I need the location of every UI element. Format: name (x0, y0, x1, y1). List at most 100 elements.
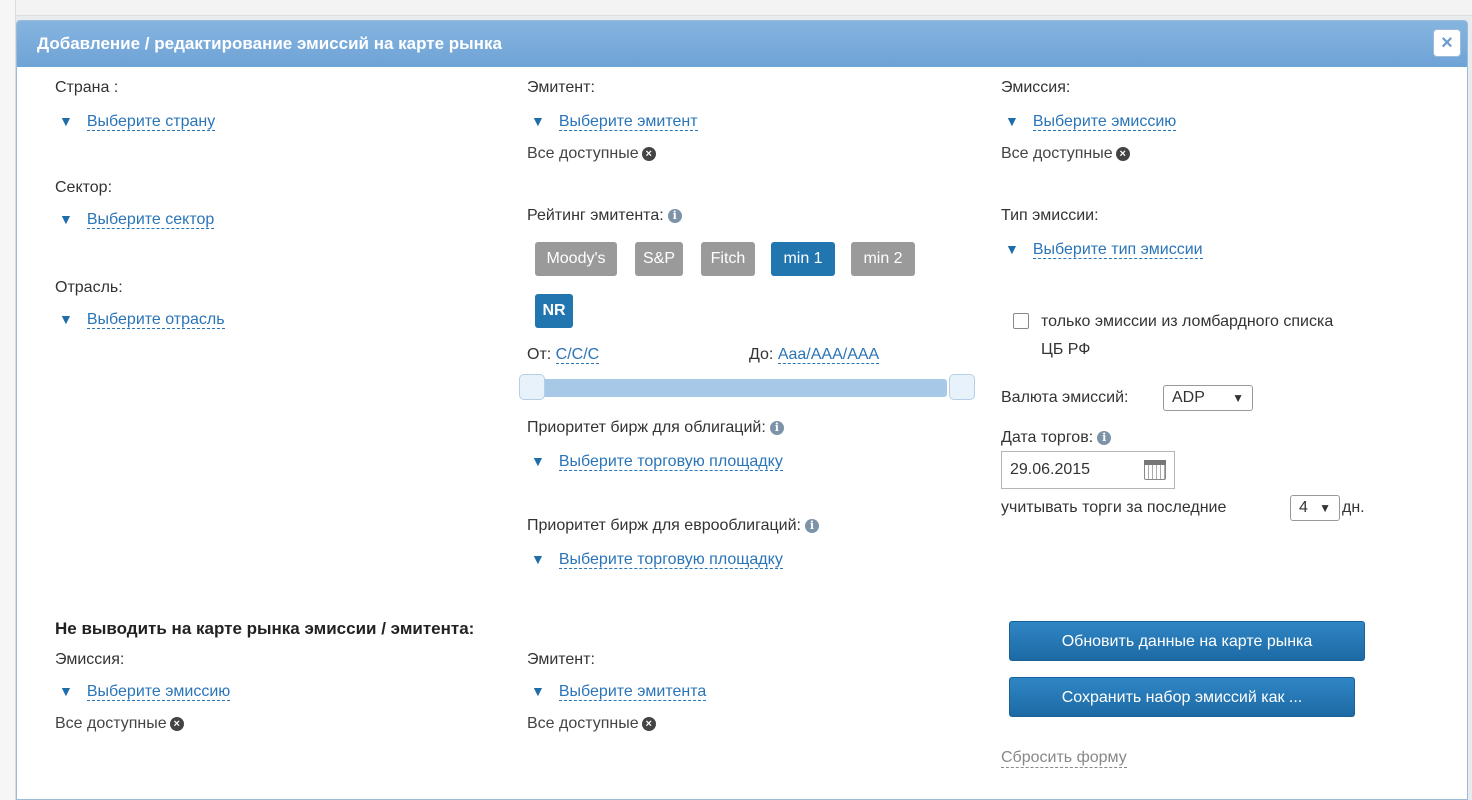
country-label: Страна : (55, 79, 119, 96)
rating-nr-button[interactable]: NR (535, 294, 573, 328)
emission-all-available: Все доступные × (1001, 145, 1130, 163)
sector-label: Сектор: (55, 179, 113, 196)
country-dropdown[interactable]: ▼ Выберите страну (59, 113, 216, 131)
exclude-issuer-all-text: Все доступные (527, 715, 639, 732)
issuer-dropdown[interactable]: ▼ Выберите эмитент (531, 113, 698, 131)
emission-type-label: Тип эмиссии: (1001, 207, 1099, 224)
background-toolbar (0, 0, 1472, 16)
info-icon[interactable]: i (667, 208, 682, 223)
trade-date-label-text: Дата торгов: (1001, 429, 1094, 446)
rating-to: До: Aaa/AAA/AAA (749, 346, 880, 364)
rating-sp-button[interactable]: S&P (635, 242, 683, 276)
emission-dropdown[interactable]: ▼ Выберите эмиссию (1005, 113, 1177, 131)
slider-handle-from[interactable] (519, 374, 545, 400)
triangle-down-icon: ▼ (531, 683, 545, 699)
industry-label: Отрасль: (55, 279, 123, 296)
exclude-issuer-select-link[interactable]: Выберите эмитента (558, 683, 707, 701)
exclude-emission-all-text: Все доступные (55, 715, 167, 732)
slider-handle-to[interactable] (949, 374, 975, 400)
emission-all-text: Все доступные (1001, 145, 1113, 162)
rating-label-text: Рейтинг эмитента: (527, 207, 664, 224)
x-circle-icon[interactable]: × (1115, 146, 1130, 161)
exclude-issuer-label: Эмитент: (527, 651, 595, 668)
rating-label: Рейтинг эмитента: i (527, 207, 682, 225)
issuer-all-available: Все доступные × (527, 145, 656, 163)
eurobond-priority-label: Приоритет бирж для еврооблигаций: i (527, 517, 819, 535)
exclude-issuer-dropdown[interactable]: ▼ Выберите эмитента (531, 683, 707, 701)
exclude-emission-select-link[interactable]: Выберите эмиссию (86, 683, 231, 701)
currency-label: Валюта эмиссий: (1001, 389, 1129, 406)
rating-min2-button[interactable]: min 2 (851, 242, 915, 276)
exclude-issuer-all: Все доступные × (527, 715, 656, 733)
triangle-down-icon: ▼ (531, 551, 545, 567)
bond-exchange-select-link[interactable]: Выберите торговую площадку (558, 453, 783, 471)
days-label: учитывать торги за последние (1001, 499, 1227, 516)
industry-dropdown[interactable]: ▼ Выберите отрасль (59, 311, 225, 329)
info-icon[interactable]: i (804, 518, 819, 533)
info-icon[interactable]: i (1097, 430, 1112, 445)
emission-label: Эмиссия: (1001, 79, 1071, 96)
emission-dialog: Добавление / редактирование эмиссий на к… (16, 20, 1468, 800)
chevron-down-icon: ▼ (1319, 501, 1331, 515)
bond-priority-dropdown[interactable]: ▼ Выберите торговую площадку (531, 453, 783, 471)
trade-date-label: Дата торгов: i (1001, 429, 1112, 447)
rating-from: От: C/C/C (527, 346, 600, 364)
update-map-button[interactable]: Обновить данные на карте рынка (1009, 621, 1365, 661)
dialog-title: Добавление / редактирование эмиссий на к… (37, 34, 502, 53)
trade-date-input[interactable]: 29.06.2015 (1001, 451, 1175, 489)
rating-to-value[interactable]: Aaa/AAA/AAA (777, 346, 880, 364)
sector-select-link[interactable]: Выберите сектор (86, 211, 215, 229)
triangle-down-icon: ▼ (59, 113, 73, 129)
lombard-checkbox-label-line1: только эмиссии из ломбардного списка (1041, 313, 1334, 330)
sector-dropdown[interactable]: ▼ Выберите сектор (59, 211, 215, 229)
currency-select-value: ADP (1172, 389, 1205, 406)
issuer-all-text: Все доступные (527, 145, 639, 162)
x-circle-icon[interactable]: × (641, 146, 656, 161)
eurobond-priority-dropdown[interactable]: ▼ Выберите торговую площадку (531, 551, 783, 569)
triangle-down-icon: ▼ (1005, 241, 1019, 257)
country-select-link[interactable]: Выберите страну (86, 113, 216, 131)
rating-min1-button[interactable]: min 1 (771, 242, 835, 276)
emission-type-select-link[interactable]: Выберите тип эмиссии (1032, 241, 1203, 259)
emission-type-dropdown[interactable]: ▼ Выберите тип эмиссии (1005, 241, 1203, 259)
issuer-select-link[interactable]: Выберите эмитент (558, 113, 698, 131)
info-icon[interactable]: i (769, 420, 784, 435)
triangle-down-icon: ▼ (531, 453, 545, 469)
exclude-emission-label: Эмиссия: (55, 651, 125, 668)
x-circle-icon[interactable]: × (641, 716, 656, 731)
triangle-down-icon: ▼ (531, 113, 545, 129)
emission-select-link[interactable]: Выберите эмиссию (1032, 113, 1177, 131)
currency-select[interactable]: ADP ▼ (1163, 385, 1253, 411)
issuer-label: Эмитент: (527, 79, 595, 96)
save-set-button[interactable]: Сохранить набор эмиссий как ... (1009, 677, 1355, 717)
eurobond-priority-label-text: Приоритет бирж для еврооблигаций: (527, 517, 801, 534)
exclude-emission-all: Все доступные × (55, 715, 184, 733)
trade-date-value: 29.06.2015 (1010, 461, 1091, 478)
triangle-down-icon: ▼ (59, 311, 73, 327)
triangle-down-icon: ▼ (59, 211, 73, 227)
rating-range-slider[interactable] (521, 379, 947, 397)
rating-moodys-button[interactable]: Moody's (535, 242, 617, 276)
rating-fitch-button[interactable]: Fitch (701, 242, 755, 276)
days-suffix: дн. (1342, 499, 1365, 516)
rating-from-value[interactable]: C/C/C (555, 346, 600, 364)
bond-priority-label: Приоритет бирж для облигаций: i (527, 419, 784, 437)
lombard-checkbox[interactable] (1013, 313, 1029, 329)
background-sidebar (0, 0, 16, 800)
calendar-icon[interactable] (1144, 460, 1166, 480)
eurobond-exchange-select-link[interactable]: Выберите торговую площадку (558, 551, 783, 569)
x-circle-icon[interactable]: × (169, 716, 184, 731)
bond-priority-label-text: Приоритет бирж для облигаций: (527, 419, 766, 436)
chevron-down-icon: ▼ (1232, 391, 1244, 405)
triangle-down-icon: ▼ (59, 683, 73, 699)
exclude-emission-dropdown[interactable]: ▼ Выберите эмиссию (59, 683, 231, 701)
rating-to-label: До: (749, 346, 774, 363)
reset-form-link[interactable]: Сбросить форму (1001, 749, 1127, 768)
days-select-value: 4 (1299, 499, 1308, 516)
close-button[interactable]: × (1433, 29, 1461, 57)
days-select[interactable]: 4 ▼ (1290, 495, 1340, 521)
industry-select-link[interactable]: Выберите отрасль (86, 311, 225, 329)
rating-from-label: От: (527, 346, 552, 363)
triangle-down-icon: ▼ (1005, 113, 1019, 129)
dialog-title-bar: Добавление / редактирование эмиссий на к… (17, 21, 1467, 67)
